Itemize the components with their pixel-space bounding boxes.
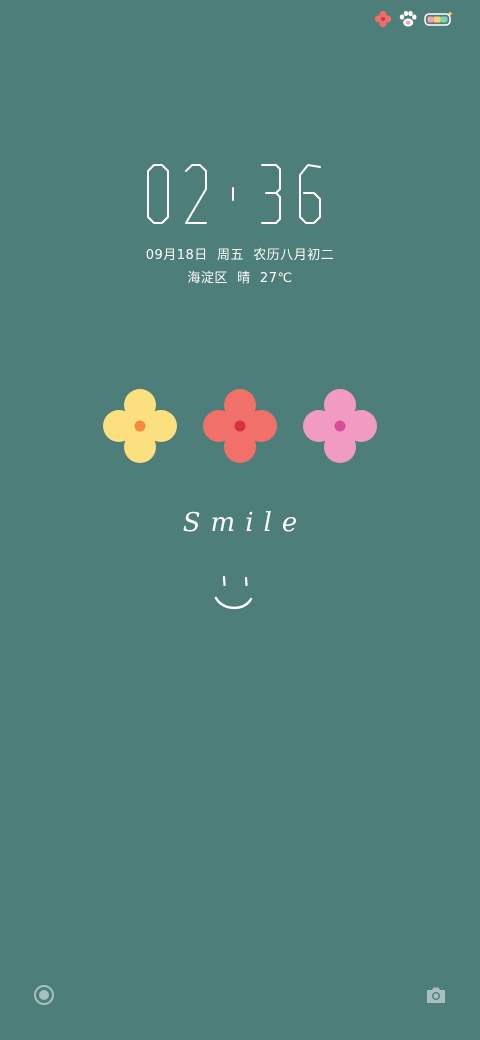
status-bar <box>374 10 454 28</box>
clock-digit <box>299 164 321 224</box>
clock-digit <box>261 164 281 224</box>
clock-digits <box>147 164 321 224</box>
battery-icon <box>424 11 453 26</box>
flower-decoration <box>0 386 480 466</box>
weather-line: 海淀区 晴 27℃ <box>187 271 293 286</box>
clock-digit <box>147 164 169 224</box>
yellow-flower-icon <box>103 389 177 463</box>
record-icon[interactable] <box>32 983 56 1007</box>
paw-icon <box>399 10 417 27</box>
clock-digit <box>185 164 207 224</box>
smiley-icon <box>214 575 253 610</box>
smile-text: Smile <box>182 508 308 538</box>
red-flower-icon <box>203 389 277 463</box>
lock-screen-clock: 02 36 <box>0 162 480 226</box>
camera-icon[interactable] <box>424 983 448 1007</box>
flower-icon <box>374 10 392 28</box>
pink-flower-icon <box>303 389 377 463</box>
date-line: 09月18日 周五 农历八月初二 <box>145 248 335 263</box>
